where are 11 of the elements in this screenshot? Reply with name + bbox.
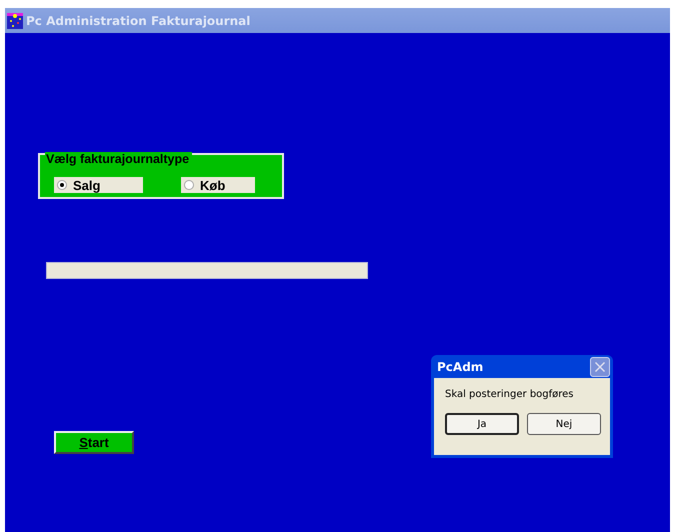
dialog-message: Skal posteringer bogføres bbox=[445, 389, 575, 400]
dialog-button[interactable]: Nej bbox=[527, 413, 601, 435]
start-button[interactable]: Start bbox=[54, 431, 134, 454]
radio-button[interactable] bbox=[57, 180, 67, 190]
window-title: Pc Administration Fakturajournal bbox=[26, 14, 250, 28]
close-icon[interactable] bbox=[590, 356, 610, 376]
dialog-title: PcAdm bbox=[437, 360, 484, 374]
app-icon bbox=[7, 12, 23, 28]
radio-button[interactable] bbox=[184, 180, 194, 190]
dialog-button[interactable]: Ja bbox=[445, 413, 519, 435]
group-legend: Vælg fakturajournaltype bbox=[45, 152, 192, 166]
